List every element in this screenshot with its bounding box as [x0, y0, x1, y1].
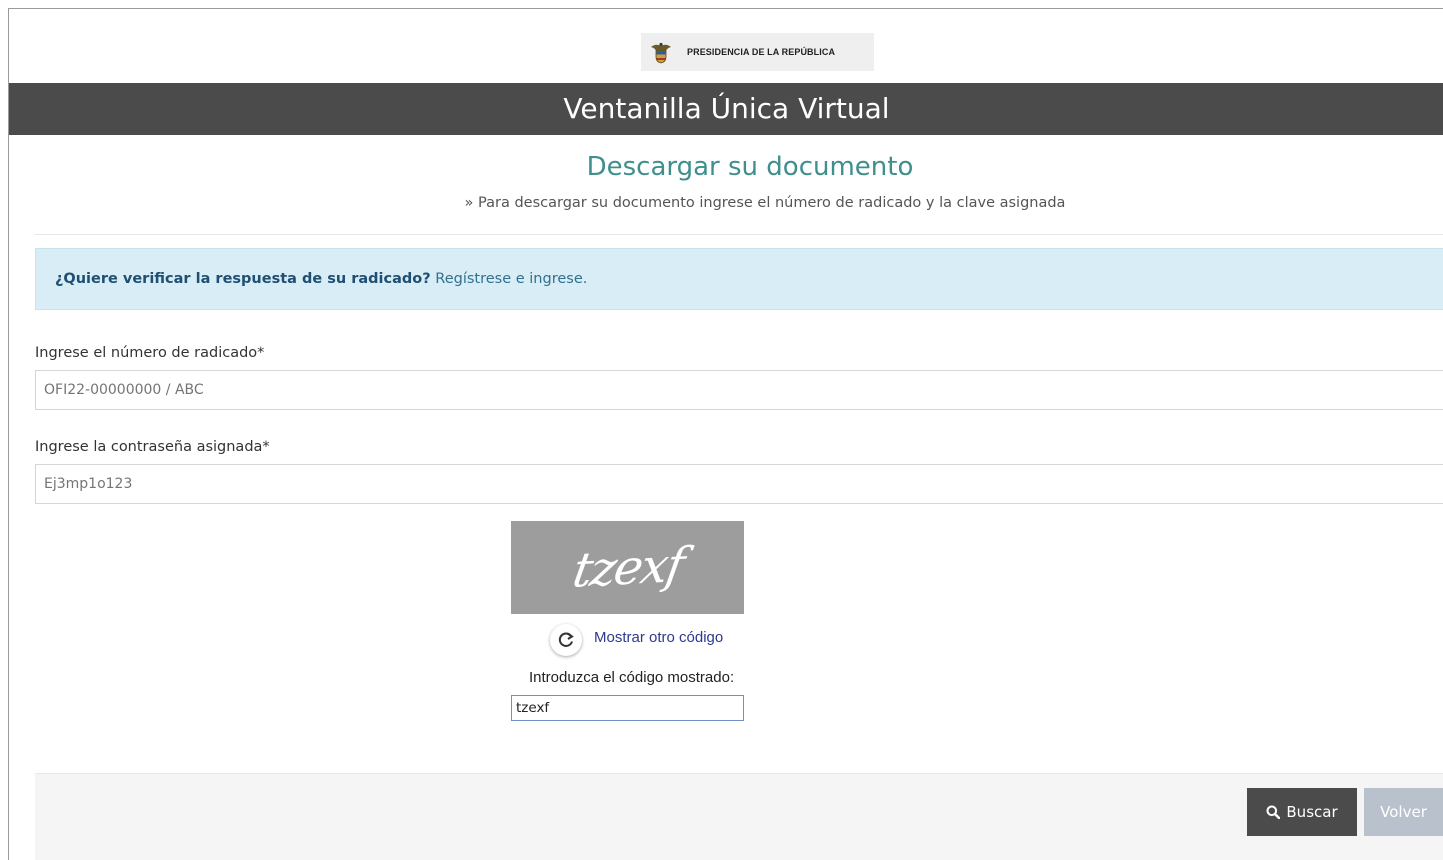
refresh-icon [558, 632, 574, 647]
page-subtitle: » Para descargar su documento ingrese el… [464, 195, 1066, 211]
captcha-input[interactable] [511, 695, 744, 721]
alert-question: ¿Quiere verificar la respuesta de su rad… [55, 271, 431, 287]
register-link[interactable]: Regístrese e ingrese. [435, 271, 587, 287]
back-button-label: Volver [1380, 803, 1427, 821]
search-icon [1266, 805, 1281, 819]
search-button[interactable]: Buscar [1247, 788, 1357, 836]
password-label: Ingrese la contraseña asignada* [35, 439, 270, 455]
presidency-logo[interactable]: PRESIDENCIA DE LA REPÚBLICA [641, 33, 874, 71]
banner-title: Ventanilla Única Virtual [563, 92, 890, 125]
captcha-image: tzexf [511, 521, 744, 614]
captcha-prompt: Introduzca el código mostrado: [529, 669, 735, 686]
captcha-text: tzexf [568, 536, 687, 599]
refresh-captcha-button[interactable] [550, 624, 582, 656]
app-banner: Ventanilla Única Virtual [9, 83, 1443, 135]
logo-text: PRESIDENCIA DE LA REPÚBLICA [687, 47, 836, 57]
search-button-label: Buscar [1286, 803, 1338, 821]
refresh-captcha-link[interactable]: Mostrar otro código [594, 629, 723, 646]
password-input[interactable] [35, 464, 1443, 504]
page-title: Descargar su documento [586, 152, 914, 182]
form-footer [35, 773, 1443, 860]
back-button[interactable]: Volver [1364, 788, 1443, 836]
divider [35, 234, 1443, 235]
radicado-label: Ingrese el número de radicado* [35, 345, 265, 361]
coat-of-arms-icon [651, 42, 671, 64]
radicado-input[interactable] [35, 370, 1443, 410]
info-alert: ¿Quiere verificar la respuesta de su rad… [35, 248, 1443, 310]
page-frame: PRESIDENCIA DE LA REPÚBLICA Ventanilla Ú… [8, 8, 1443, 860]
